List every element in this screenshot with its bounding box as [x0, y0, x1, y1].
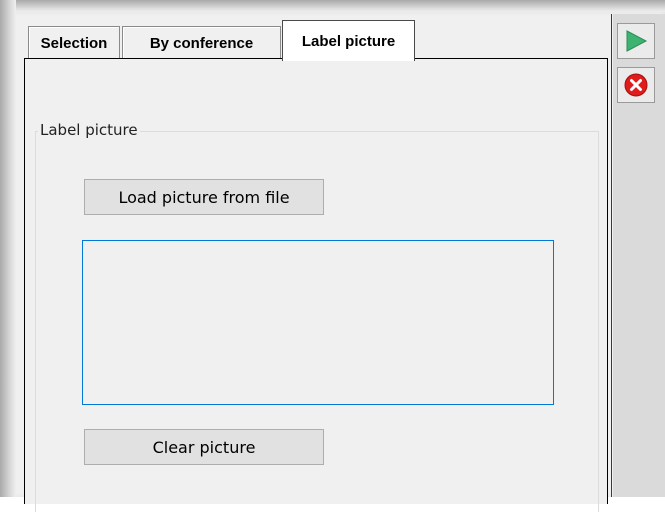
tab-label: Selection: [40, 35, 108, 52]
toolbar-divider: [611, 14, 612, 497]
tab-panel: Label picture Load picture from file Cle…: [24, 58, 608, 512]
run-button[interactable]: [617, 23, 655, 59]
clear-picture-label: Clear picture: [152, 437, 256, 457]
tab-label-picture[interactable]: Label picture: [282, 20, 415, 61]
picture-box[interactable]: [82, 240, 554, 405]
tab-by-conference[interactable]: By conference: [122, 26, 281, 60]
window-edge-top: [0, 0, 665, 12]
load-picture-label: Load picture from file: [118, 187, 290, 207]
clear-picture-button[interactable]: Clear picture: [84, 429, 324, 465]
play-icon: [626, 30, 648, 52]
tab-label: Label picture: [301, 32, 396, 50]
cancel-icon: [624, 73, 648, 97]
cancel-button[interactable]: [617, 67, 655, 103]
window-edge-left: [0, 0, 16, 497]
dialog-window: Selection By conference Label picture La…: [0, 0, 665, 512]
tab-label: By conference: [149, 35, 254, 52]
load-picture-button[interactable]: Load picture from file: [84, 179, 324, 215]
tab-selection[interactable]: Selection: [28, 26, 120, 60]
group-caption: Label picture: [38, 121, 140, 139]
